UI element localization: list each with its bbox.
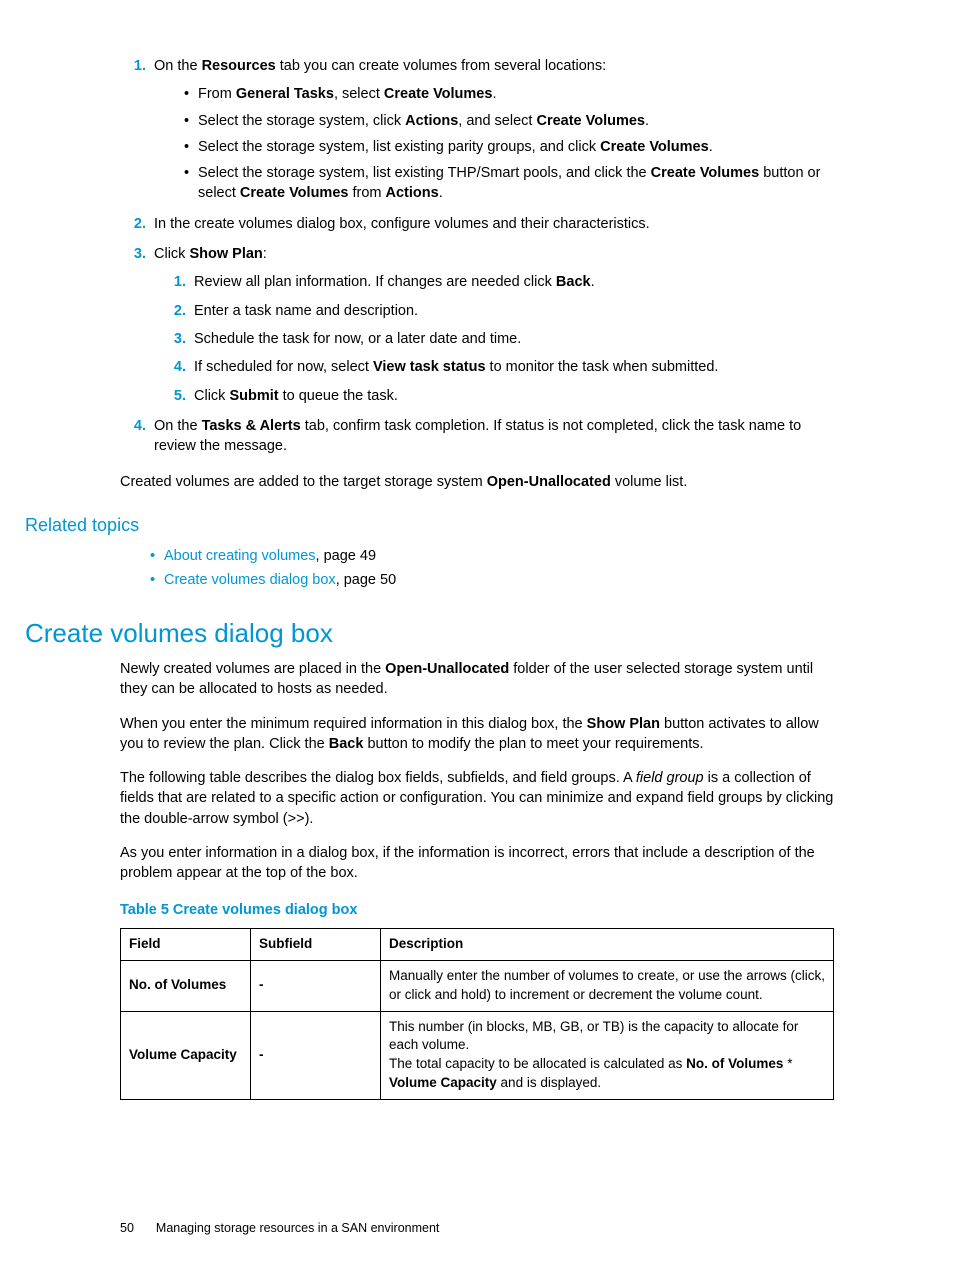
section-para-4: As you enter information in a dialog box… [120, 843, 834, 884]
bullet-1: From General Tasks, select Create Volume… [184, 84, 834, 104]
step-3-substeps: Review all plan information. If changes … [154, 272, 834, 405]
section-para-1: Newly created volumes are placed in the … [120, 659, 834, 700]
substep-3: Schedule the task for now, or a later da… [190, 329, 834, 349]
section-para-3: The following table describes the dialog… [120, 768, 834, 829]
table-row: No. of Volumes - Manually enter the numb… [121, 960, 834, 1011]
dialog-box-fields-table: Field Subfield Description No. of Volume… [120, 928, 834, 1100]
col-header-field: Field [121, 928, 251, 960]
related-item-1: About creating volumes, page 49 [150, 546, 834, 566]
footer-title: Managing storage resources in a SAN envi… [156, 1221, 439, 1235]
after-steps-para: Created volumes are added to the target … [120, 472, 834, 492]
table-caption: Table 5 Create volumes dialog box [120, 900, 834, 920]
step-2: In the create volumes dialog box, config… [150, 214, 834, 234]
step-1-bullets: From General Tasks, select Create Volume… [154, 84, 834, 203]
table-header-row: Field Subfield Description [121, 928, 834, 960]
cell-field: No. of Volumes [121, 960, 251, 1011]
table-row: Volume Capacity - This number (in blocks… [121, 1011, 834, 1100]
step-3-text: Click Show Plan: [154, 246, 267, 262]
cell-description: Manually enter the number of volumes to … [381, 960, 834, 1011]
step-1: On the Resources tab you can create volu… [150, 56, 834, 204]
cell-description: This number (in blocks, MB, GB, or TB) i… [381, 1011, 834, 1100]
main-steps-list: On the Resources tab you can create volu… [120, 56, 834, 456]
col-header-description: Description [381, 928, 834, 960]
related-link-2[interactable]: Create volumes dialog box [164, 572, 336, 588]
step-1-text: On the Resources tab you can create volu… [154, 58, 606, 74]
related-topics-heading: Related topics [25, 513, 834, 538]
related-topics-list: About creating volumes, page 49 Create v… [120, 546, 834, 591]
substep-4: If scheduled for now, select View task s… [190, 357, 834, 377]
bullet-2: Select the storage system, click Actions… [184, 111, 834, 131]
section-para-2: When you enter the minimum required info… [120, 714, 834, 755]
page-footer: 50 Managing storage resources in a SAN en… [120, 1220, 834, 1238]
related-item-2: Create volumes dialog box, page 50 [150, 570, 834, 590]
section-heading: Create volumes dialog box [25, 615, 834, 651]
related-link-1[interactable]: About creating volumes [164, 548, 316, 564]
cell-subfield: - [251, 1011, 381, 1100]
step-4: On the Tasks & Alerts tab, confirm task … [150, 416, 834, 457]
step-3: Click Show Plan: Review all plan informa… [150, 244, 834, 406]
page-number: 50 [120, 1221, 134, 1235]
substep-2: Enter a task name and description. [190, 301, 834, 321]
bullet-4: Select the storage system, list existing… [184, 163, 834, 204]
bullet-3: Select the storage system, list existing… [184, 137, 834, 157]
cell-subfield: - [251, 960, 381, 1011]
cell-field: Volume Capacity [121, 1011, 251, 1100]
col-header-subfield: Subfield [251, 928, 381, 960]
substep-5: Click Submit to queue the task. [190, 386, 834, 406]
substep-1: Review all plan information. If changes … [190, 272, 834, 292]
